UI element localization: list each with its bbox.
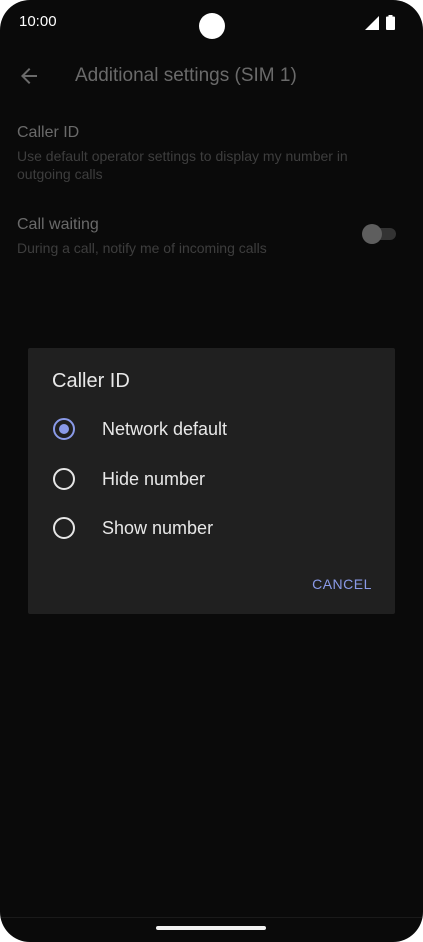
option-network-default[interactable]: Network default [28, 404, 395, 452]
radio-unselected-icon[interactable] [53, 517, 75, 539]
nav-divider [0, 917, 423, 918]
status-time: 10:00 [19, 13, 57, 30]
back-arrow-icon[interactable] [17, 64, 41, 88]
setting-summary: Use default operator settings to display… [17, 148, 348, 182]
option-show-number[interactable]: Show number [28, 503, 395, 551]
option-label: Network default [102, 419, 228, 439]
option-label: Hide number [102, 469, 206, 489]
signal-icon [365, 16, 379, 30]
setting-caller-id[interactable]: Caller ID Use default operator settings … [17, 124, 377, 183]
camera-cutout [199, 13, 225, 39]
page-title: Additional settings (SIM 1) [75, 65, 297, 86]
dialog-title: Caller ID [52, 370, 130, 392]
cancel-button[interactable]: CANCEL [304, 568, 380, 600]
caller-id-dialog: Caller ID Network default Hide number Sh… [28, 348, 395, 614]
option-hide-number[interactable]: Hide number [28, 454, 395, 502]
battery-icon [386, 15, 395, 30]
radio-dot [59, 424, 69, 434]
home-gesture-handle[interactable] [156, 926, 266, 930]
setting-call-waiting[interactable]: Call waiting During a call, notify me of… [17, 216, 377, 257]
setting-title: Caller ID [17, 124, 80, 141]
radio-selected-icon[interactable] [53, 418, 75, 440]
radio-unselected-icon[interactable] [53, 468, 75, 490]
setting-title: Call waiting [17, 216, 99, 233]
phone-screen: 10:00 Additional settings (SIM 1) Caller… [0, 0, 423, 942]
call-waiting-toggle[interactable] [362, 224, 396, 244]
option-label: Show number [102, 518, 214, 538]
toggle-thumb [362, 224, 382, 244]
status-bar: 10:00 [0, 0, 423, 46]
setting-summary: During a call, notify me of incoming cal… [17, 240, 267, 256]
